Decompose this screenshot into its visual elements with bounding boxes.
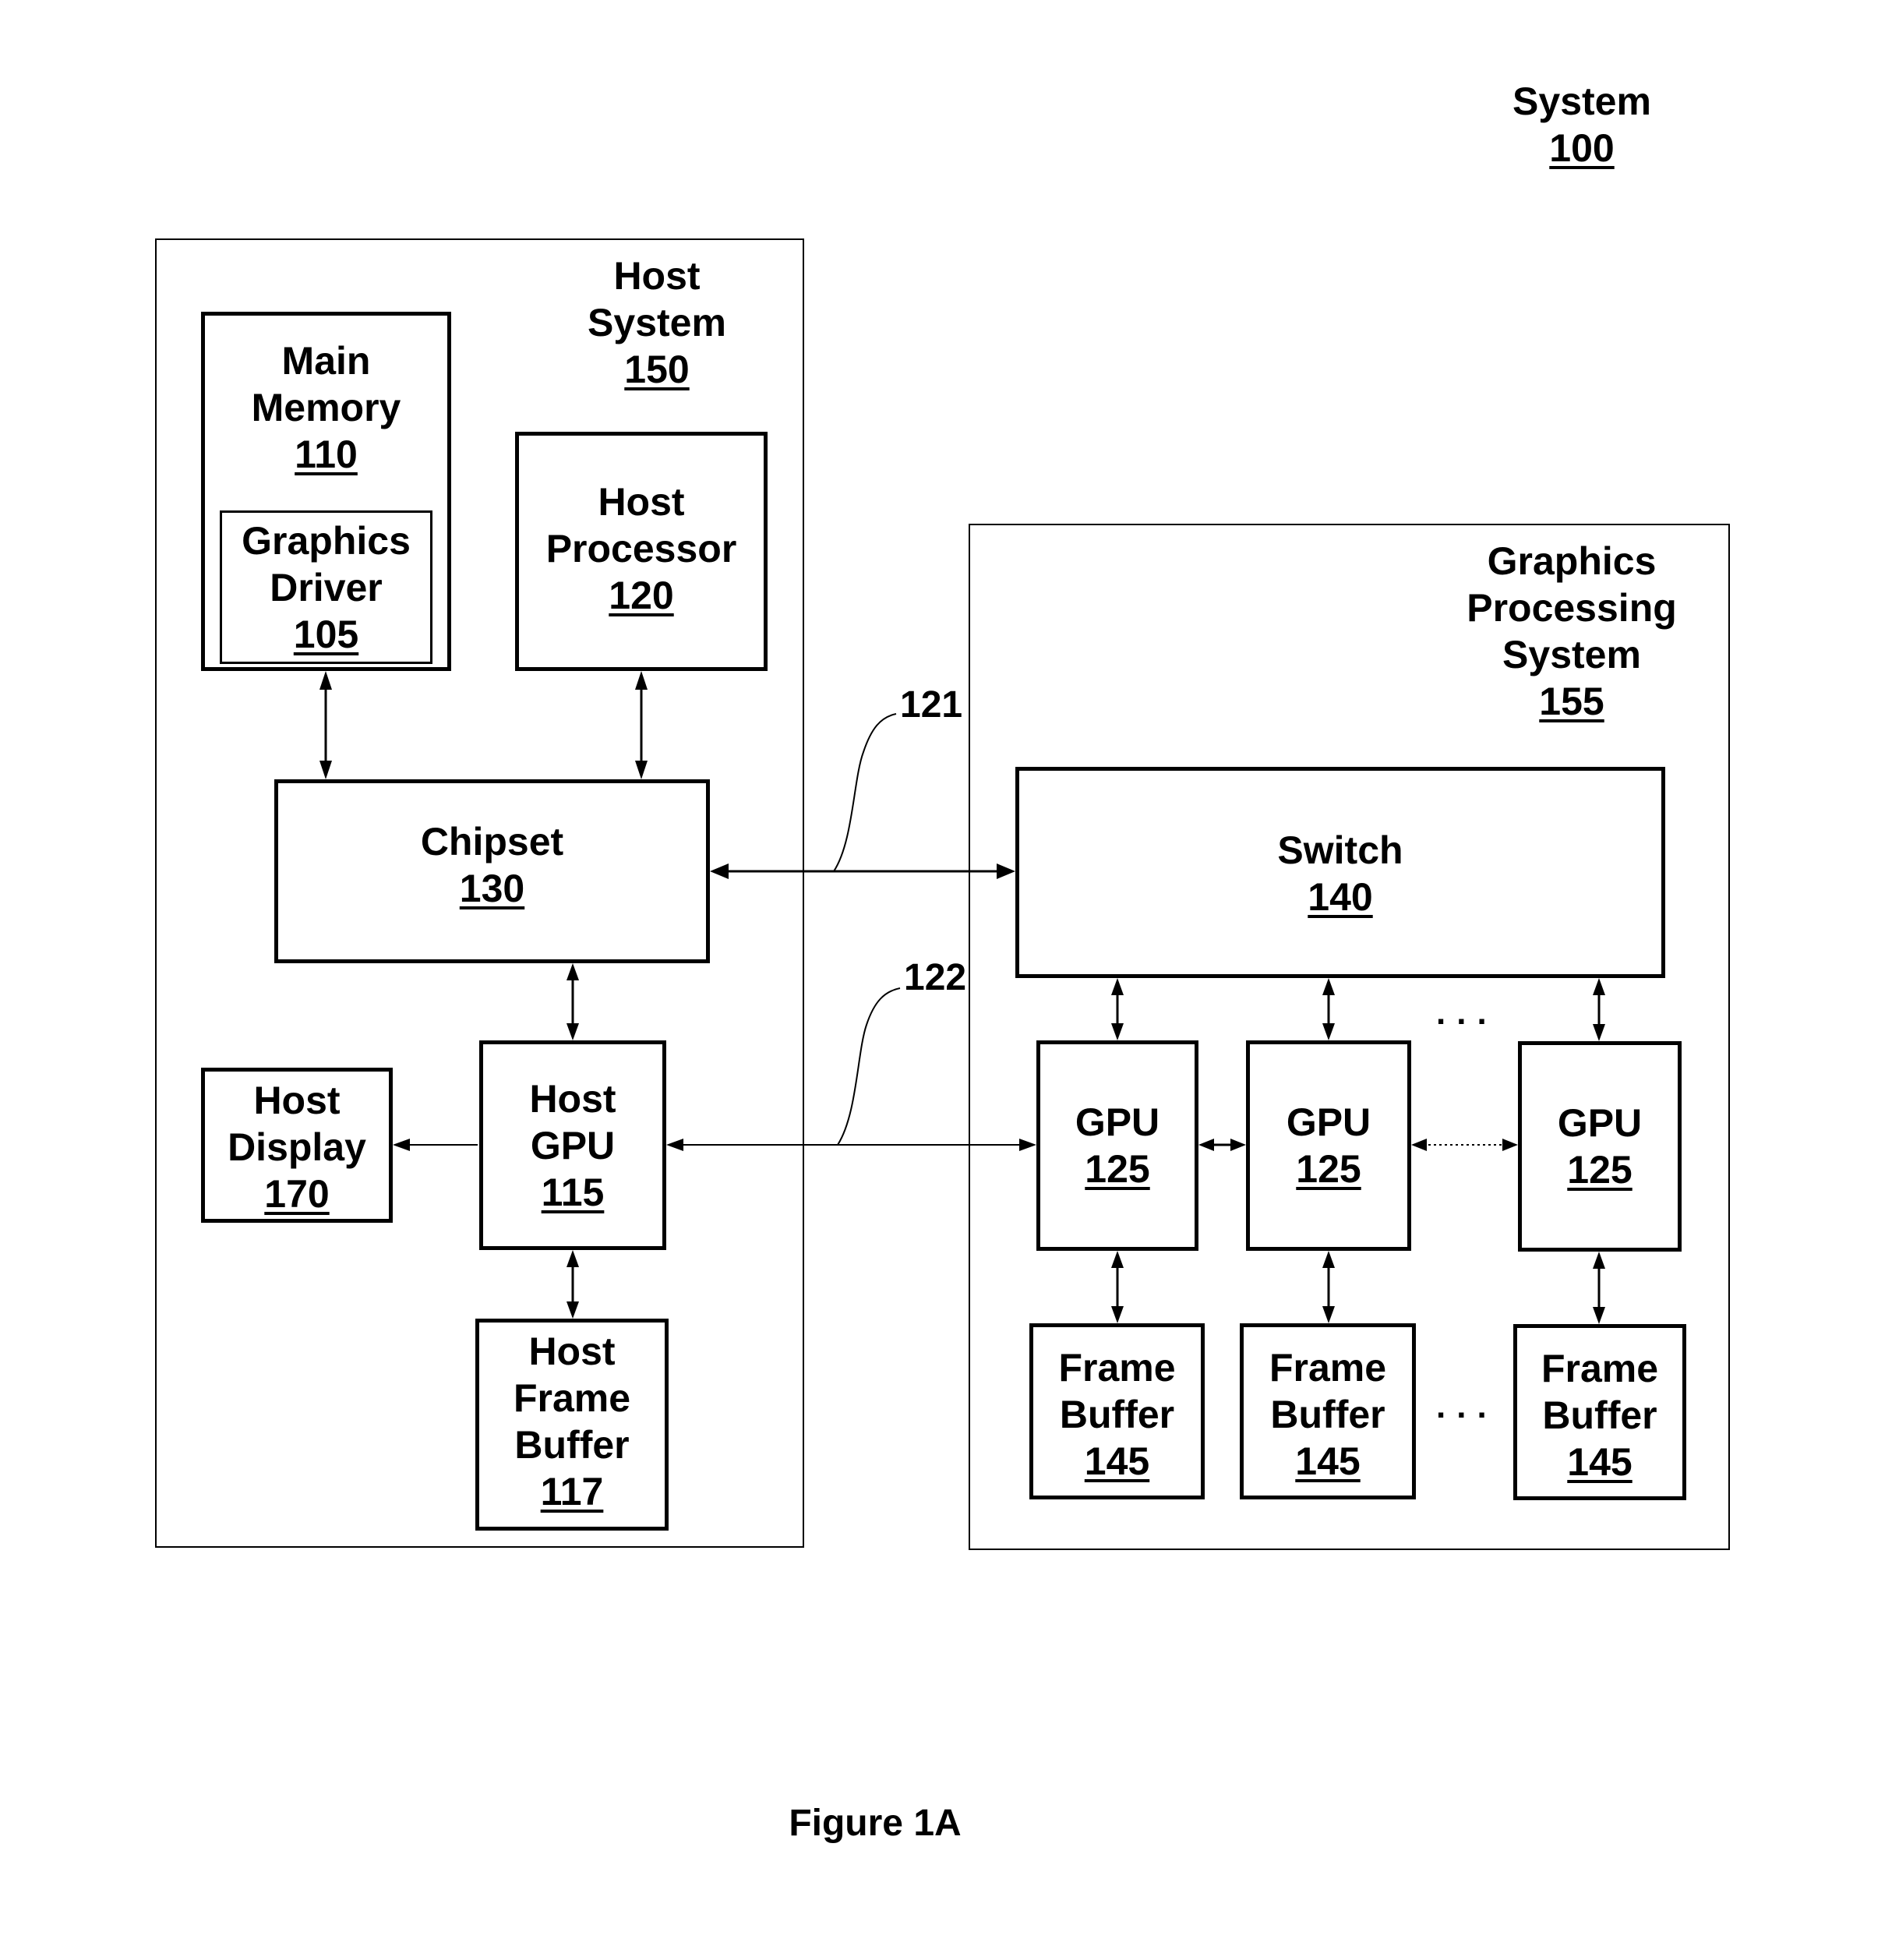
host-gpu-block: Host GPU 115	[479, 1040, 666, 1250]
frame-buffer-label: Frame Buffer 145	[1517, 1345, 1682, 1485]
link-121-leader	[833, 713, 897, 872]
switch-ref: 140	[1308, 875, 1373, 919]
frame-buffer-ref: 145	[1295, 1439, 1361, 1483]
graphics-driver-ref: 105	[293, 613, 359, 656]
frame-buffer-label-line: Buffer	[1059, 1393, 1175, 1436]
gps-ref: 155	[1539, 680, 1604, 723]
frame-buffer-block: Frame Buffer 145	[1513, 1324, 1686, 1500]
gps-label-line: Graphics	[1487, 539, 1657, 583]
host-frame-buffer-block: Host Frame Buffer 117	[475, 1319, 669, 1531]
host-gpu-label-line: Host	[529, 1077, 616, 1121]
frame-buffer-label-line: Buffer	[1542, 1393, 1657, 1437]
host-processor-label-line: Host	[598, 480, 685, 524]
frame-buffer-label: Frame Buffer 145	[1244, 1344, 1412, 1485]
host-display-ref: 170	[264, 1172, 330, 1216]
gpu-ref: 125	[1296, 1147, 1361, 1191]
system-ref: 100	[1549, 126, 1615, 170]
link-122-label: 122	[904, 957, 967, 998]
gpu-ref: 125	[1085, 1147, 1150, 1191]
gpu-label: GPU 125	[1522, 1100, 1678, 1193]
switch-label-line: Switch	[1277, 828, 1403, 872]
frame-buffer-ref: 145	[1567, 1440, 1633, 1484]
frame-buffer-label: Frame Buffer 145	[1033, 1344, 1201, 1485]
link-121-label: 121	[900, 684, 963, 726]
switch-label: Switch 140	[1019, 827, 1661, 920]
gpu-label-line: GPU	[1557, 1101, 1643, 1145]
host-system-label: Host System 150	[579, 253, 735, 393]
main-memory-label-line: Main	[281, 339, 371, 383]
host-display-label-line: Display	[228, 1125, 366, 1169]
gpu-label-line: GPU	[1075, 1100, 1160, 1144]
frame-buffer-ellipsis: ...	[1436, 1387, 1498, 1425]
gpu-block: GPU 125	[1246, 1040, 1411, 1251]
frame-buffer-block: Frame Buffer 145	[1240, 1323, 1416, 1499]
link-122-leader	[837, 987, 901, 1146]
host-processor-ref: 120	[609, 574, 674, 617]
frame-buffer-label-line: Buffer	[1270, 1393, 1385, 1436]
host-frame-buffer-label: Host Frame Buffer 117	[479, 1328, 665, 1515]
main-memory-label: Main Memory 110	[205, 337, 447, 478]
host-frame-buffer-ref: 117	[540, 1470, 604, 1513]
graphics-driver-label-line: Driver	[270, 566, 383, 609]
gpu-label: GPU 125	[1250, 1099, 1407, 1192]
figure-caption: Figure 1A	[789, 1803, 962, 1844]
graphics-driver-label: Graphics Driver 105	[222, 517, 430, 658]
frame-buffer-ref: 145	[1084, 1439, 1150, 1483]
host-processor-label-line: Processor	[545, 527, 737, 570]
gpu-ellipsis: ...	[1436, 994, 1498, 1032]
switch-block: Switch 140	[1015, 767, 1665, 978]
host-gpu-label-line: GPU	[530, 1124, 616, 1167]
main-memory-ref: 110	[295, 433, 358, 476]
chipset-block: Chipset 130	[274, 779, 710, 963]
gps-label-line: System	[1502, 633, 1641, 676]
host-system-label-line: Host	[613, 254, 701, 298]
graphics-processing-system-label: Graphics Processing System 155	[1455, 538, 1689, 725]
chipset-label: Chipset 130	[278, 818, 706, 912]
host-processor-label: Host Processor 120	[519, 479, 764, 619]
host-system-ref: 150	[624, 348, 690, 391]
frame-buffer-label-line: Frame	[1269, 1346, 1387, 1390]
host-gpu-ref: 115	[541, 1171, 605, 1214]
chipset-label-line: Chipset	[420, 820, 564, 863]
system-label: System 100	[1504, 78, 1660, 171]
chipset-ref: 130	[459, 867, 525, 910]
host-frame-buffer-label-line: Buffer	[514, 1423, 630, 1467]
host-frame-buffer-label-line: Host	[528, 1330, 616, 1373]
host-frame-buffer-label-line: Frame	[513, 1376, 631, 1420]
frame-buffer-label-line: Frame	[1058, 1346, 1176, 1390]
host-display-block: Host Display 170	[201, 1068, 393, 1223]
gps-label-line: Processing	[1467, 586, 1677, 630]
host-display-label-line: Host	[253, 1079, 341, 1122]
host-display-label: Host Display 170	[205, 1077, 389, 1217]
host-gpu-label: Host GPU 115	[483, 1075, 662, 1216]
gpu-block: GPU 125	[1518, 1041, 1682, 1252]
host-system-label-line: System	[588, 301, 726, 344]
gpu-label: GPU 125	[1040, 1099, 1195, 1192]
host-processor-block: Host Processor 120	[515, 432, 768, 671]
system-name: System	[1512, 79, 1651, 123]
gpu-label-line: GPU	[1286, 1100, 1371, 1144]
gpu-block: GPU 125	[1036, 1040, 1198, 1251]
gpu-ref: 125	[1567, 1148, 1633, 1192]
frame-buffer-label-line: Frame	[1541, 1347, 1659, 1390]
main-memory-label-line: Memory	[251, 386, 401, 429]
graphics-driver-label-line: Graphics	[242, 519, 411, 563]
graphics-driver-block: Graphics Driver 105	[220, 510, 432, 664]
frame-buffer-block: Frame Buffer 145	[1029, 1323, 1205, 1499]
